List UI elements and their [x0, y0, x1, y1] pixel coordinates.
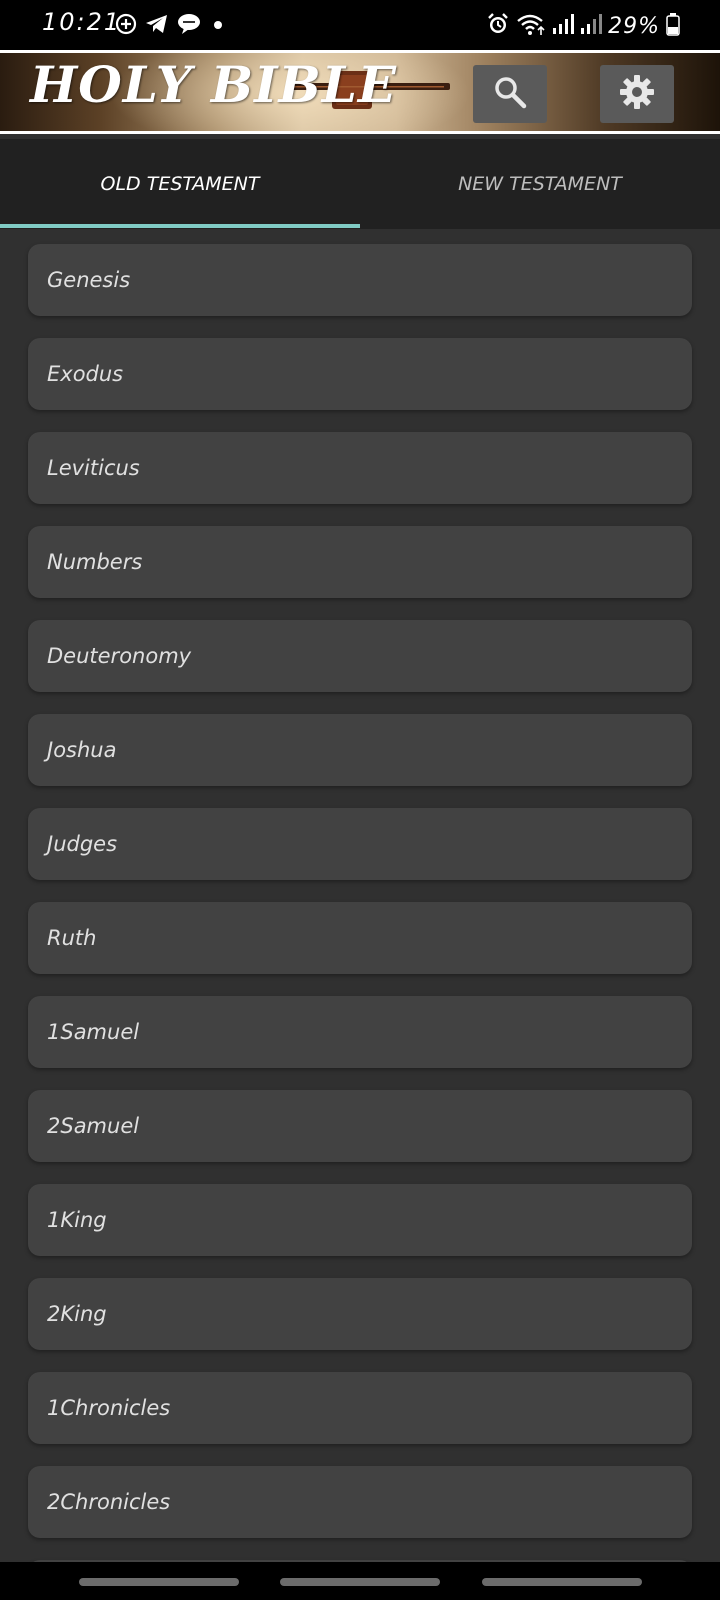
book-label: 1King [47, 1208, 107, 1232]
nav-recents-handle[interactable] [79, 1578, 239, 1586]
book-label: Ruth [47, 926, 97, 950]
book-label: 2Chronicles [47, 1490, 171, 1514]
tab-old-testament[interactable]: OLD TESTAMENT [0, 139, 360, 229]
add-circle-icon [114, 12, 138, 40]
book-label: Exodus [47, 362, 124, 386]
settings-button[interactable] [600, 65, 674, 123]
book-item-2king[interactable]: 2King [28, 1278, 692, 1350]
telegram-icon [144, 12, 170, 40]
battery-icon [666, 12, 680, 40]
tab-indicator [0, 224, 360, 228]
book-item-1samuel[interactable]: 1Samuel [28, 996, 692, 1068]
gear-icon [617, 72, 657, 116]
book-item-leviticus[interactable]: Leviticus [28, 432, 692, 504]
status-time: 10:21 [42, 8, 122, 36]
book-item-numbers[interactable]: Numbers [28, 526, 692, 598]
search-icon [492, 74, 528, 114]
book-label: Leviticus [47, 456, 140, 480]
header-banner: HOLY BIBLE [0, 53, 720, 131]
app-screen: 10:21 29% HOLY BIBLE OLD TESTAMENT NEW T… [0, 0, 720, 1600]
book-item-1king[interactable]: 1King [28, 1184, 692, 1256]
tab-label: NEW TESTAMENT [458, 173, 622, 195]
book-label: 1Samuel [47, 1020, 140, 1044]
status-bar: 10:21 29% [0, 0, 720, 50]
book-item-joshua[interactable]: Joshua [28, 714, 692, 786]
book-label: Deuteronomy [47, 644, 192, 668]
testament-tabs: OLD TESTAMENT NEW TESTAMENT [0, 139, 720, 229]
nav-back-handle[interactable] [482, 1578, 642, 1586]
tab-label: OLD TESTAMENT [100, 173, 260, 195]
book-item-exodus[interactable]: Exodus [28, 338, 692, 410]
book-label: Genesis [47, 268, 131, 292]
dot-icon [208, 12, 228, 40]
book-list[interactable]: Genesis Exodus Leviticus Numbers Deutero… [0, 229, 720, 1562]
book-label: Joshua [47, 738, 117, 762]
app-header: HOLY BIBLE [0, 50, 720, 134]
tab-new-testament[interactable]: NEW TESTAMENT [360, 139, 720, 229]
nav-home-handle[interactable] [280, 1578, 440, 1586]
signal-icon [552, 12, 575, 40]
book-label: Judges [47, 832, 118, 856]
system-icons: 29% [486, 10, 680, 42]
book-item-2chronicles[interactable]: 2Chronicles [28, 1466, 692, 1538]
book-item-ruth[interactable]: Ruth [28, 902, 692, 974]
search-button[interactable] [473, 65, 547, 123]
book-item-deuteronomy[interactable]: Deuteronomy [28, 620, 692, 692]
navigation-bar [0, 1562, 720, 1600]
book-label: 2King [47, 1302, 107, 1326]
wifi-icon [516, 12, 546, 40]
book-item-2samuel[interactable]: 2Samuel [28, 1090, 692, 1162]
book-label: 1Chronicles [47, 1396, 171, 1420]
notification-icons [114, 10, 228, 42]
chat-bubble-icon [176, 12, 202, 40]
battery-percent: 29% [608, 13, 660, 39]
book-label: 2Samuel [47, 1114, 140, 1138]
app-title: HOLY BIBLE [30, 55, 398, 114]
book-label: Numbers [47, 550, 143, 574]
book-item-judges[interactable]: Judges [28, 808, 692, 880]
book-item-1chronicles[interactable]: 1Chronicles [28, 1372, 692, 1444]
alarm-icon [486, 12, 510, 40]
book-item-genesis[interactable]: Genesis [28, 244, 692, 316]
signal-icon [580, 12, 603, 40]
